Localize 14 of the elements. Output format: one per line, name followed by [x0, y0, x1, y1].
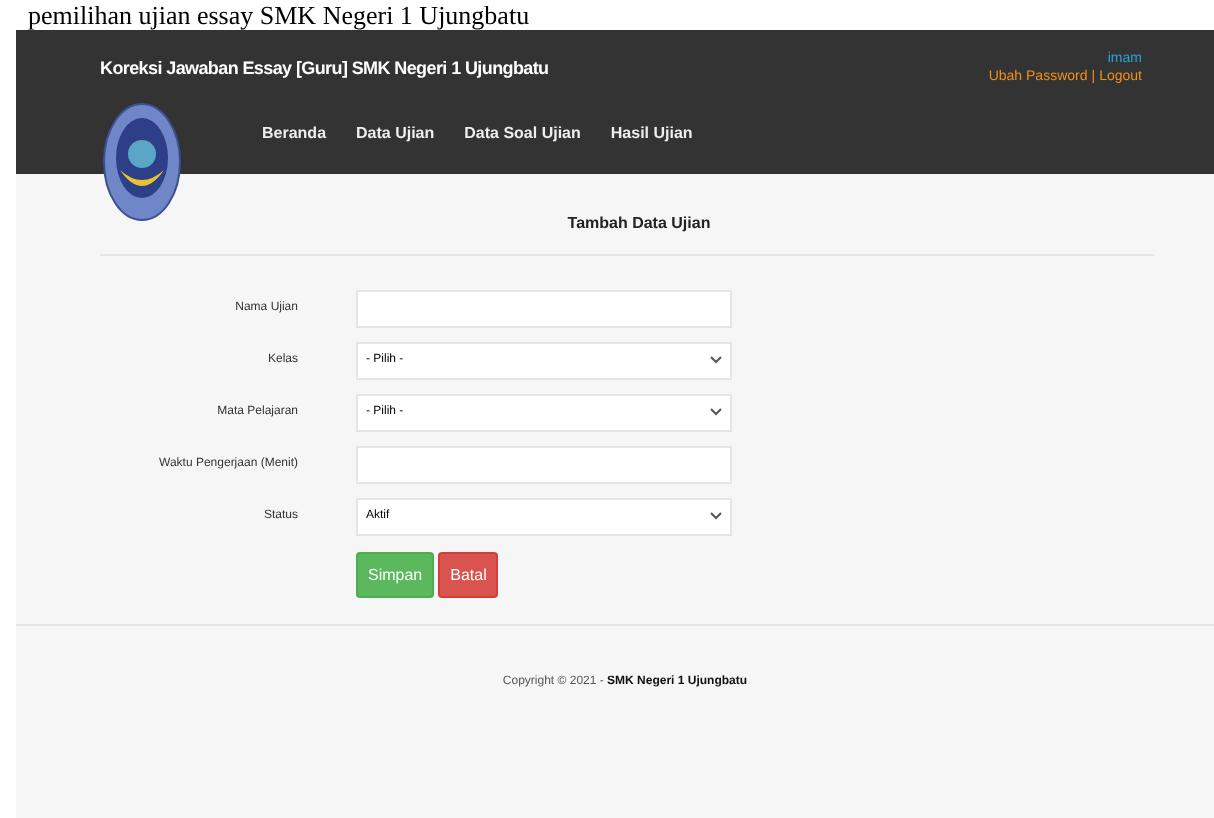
nav-link[interactable]: Hasil Ujian — [610, 102, 693, 142]
nav-link[interactable]: Data Ujian — [356, 102, 435, 142]
caption-text: pemilihan ujian essay SMK Negeri 1 Ujungbatu — [26, 0, 532, 30]
chevron-down-icon — [710, 408, 722, 416]
nav-link[interactable]: Beranda — [262, 102, 327, 142]
chevron-down-icon — [710, 512, 722, 520]
nav-link[interactable]: Data Soal Ujian — [464, 102, 581, 142]
site-title: Koreksi Jawaban Essay [Guru] SMK Negeri 1 Ujungbatu — [100, 58, 549, 78]
chevron-down-icon — [710, 356, 722, 364]
cancel-button[interactable]: Batal — [438, 551, 499, 597]
input-field[interactable] — [356, 445, 732, 483]
input-field[interactable] — [356, 289, 732, 327]
form-title: Tambah Data Ujian — [100, 174, 1154, 256]
school-logo-icon — [102, 102, 182, 222]
